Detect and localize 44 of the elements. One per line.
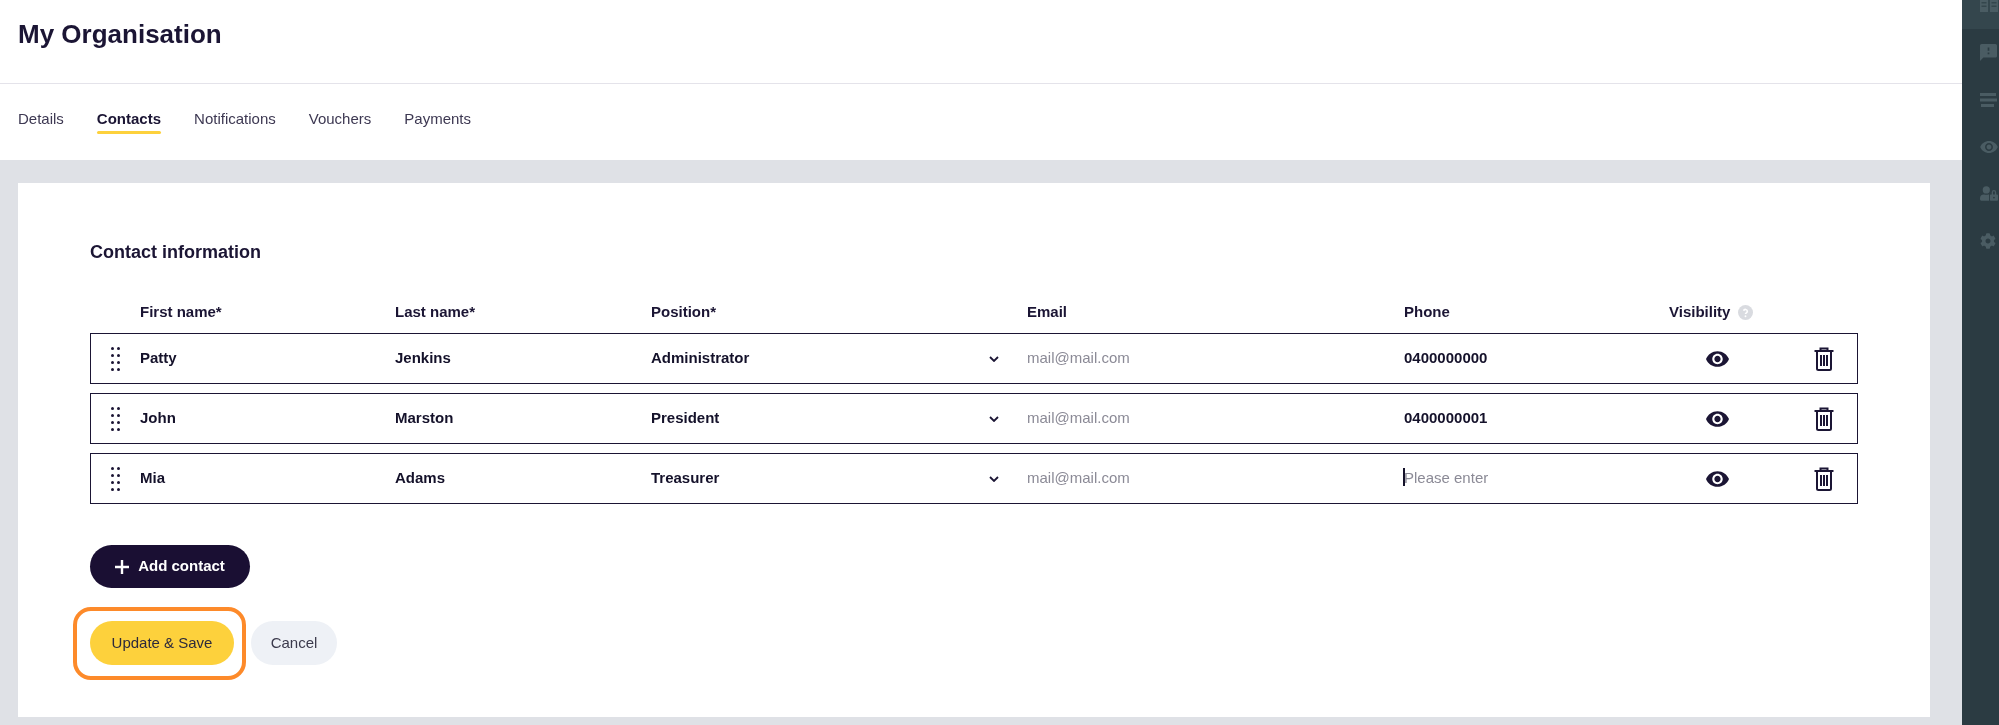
tab[interactable]: Notifications	[194, 109, 276, 134]
position-select[interactable]: Treasurer	[651, 467, 999, 490]
position-select[interactable]: Administrator	[651, 347, 999, 370]
save-button[interactable]: Update & Save	[90, 621, 234, 665]
drag-handle-icon[interactable]	[111, 346, 120, 371]
section-heading: Contact information	[90, 241, 261, 263]
phone-field[interactable]: 0400000000	[1404, 347, 1634, 370]
position-select[interactable]: President	[651, 407, 999, 430]
email-field[interactable]: mail@mail.com	[1027, 347, 1357, 370]
trash-icon[interactable]	[1814, 406, 1834, 431]
last-name-field[interactable]: Jenkins	[395, 347, 625, 370]
tab[interactable]: Contacts	[96, 109, 162, 134]
page-title: My Organisation	[18, 18, 222, 50]
column-header: Position*	[651, 302, 716, 322]
chevron-down-icon	[989, 355, 999, 362]
eye-icon[interactable]	[1706, 350, 1729, 367]
add-contact-button[interactable]: Add contact	[90, 545, 250, 588]
email-field[interactable]: mail@mail.com	[1027, 407, 1357, 430]
chevron-down-icon	[989, 475, 999, 482]
email-field[interactable]: mail@mail.com	[1027, 467, 1357, 490]
phone-field[interactable]: 0400000001	[1404, 407, 1634, 430]
tab[interactable]: Payments	[404, 109, 471, 134]
tab[interactable]: Details	[18, 109, 64, 134]
trash-icon[interactable]	[1814, 466, 1834, 491]
last-name-field[interactable]: Adams	[395, 467, 625, 490]
drag-handle-icon[interactable]	[111, 406, 120, 431]
tab[interactable]: Vouchers	[308, 109, 372, 134]
eye-icon[interactable]	[1706, 410, 1729, 427]
chevron-down-icon	[989, 415, 999, 422]
cancel-button[interactable]: Cancel	[251, 621, 337, 665]
plus-icon	[115, 559, 130, 574]
first-name-field[interactable]: John	[140, 407, 370, 430]
drag-handle-icon[interactable]	[111, 466, 120, 491]
first-name-field[interactable]: Mia	[140, 467, 370, 490]
trash-icon[interactable]	[1814, 346, 1834, 371]
column-header: Email	[1027, 302, 1068, 322]
first-name-field[interactable]: Patty	[140, 347, 370, 370]
phone-field[interactable]: Please enter	[1404, 467, 1634, 490]
column-header: Last name*	[395, 302, 476, 322]
column-header: Visibility	[1669, 302, 1731, 322]
eye-icon[interactable]	[1706, 470, 1729, 487]
last-name-field[interactable]: Marston	[395, 407, 625, 430]
column-header: First name*	[140, 302, 222, 322]
column-header: Phone	[1404, 302, 1450, 322]
